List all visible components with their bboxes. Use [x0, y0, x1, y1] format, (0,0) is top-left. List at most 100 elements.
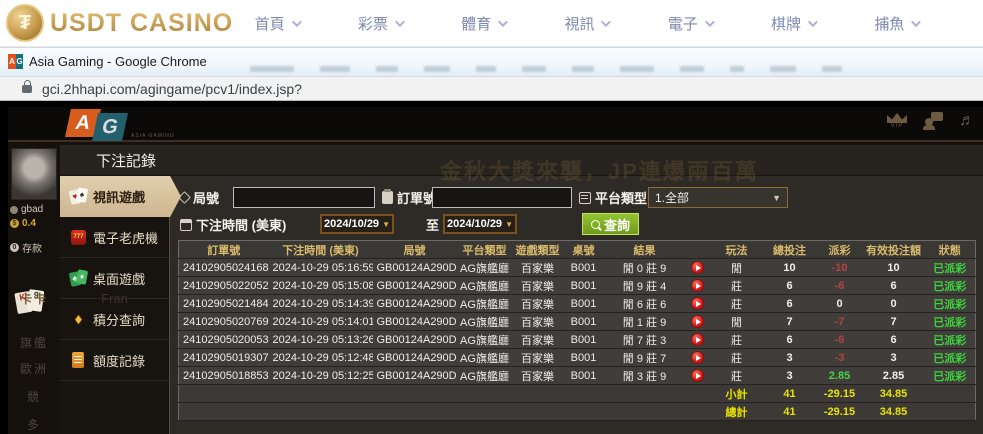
nav-label: 棋牌 — [771, 13, 801, 34]
table-row: 241029050200531 2024-10-29 05:13:26 GB00… — [179, 331, 976, 349]
cell-time: 2024-10-29 05:14:01 — [269, 313, 373, 331]
cell-result: 閒 0 莊 9 — [605, 259, 685, 277]
to-label: 至 — [426, 215, 439, 234]
label-text: 平台類型 — [595, 188, 647, 207]
cell-result: 閒 6 莊 6 — [605, 295, 685, 313]
nav-item-fishing[interactable]: 捕魚 — [874, 13, 918, 34]
url-text: gci.2hhapi.com/agingame/pcv1/index.jsp? — [42, 81, 302, 97]
button-label: 查詢 — [604, 215, 630, 234]
cell-status: 已派彩 — [925, 313, 976, 331]
cell-table: B001 — [563, 331, 605, 349]
cell-game: 百家樂 — [513, 277, 563, 295]
cell-round: GB00124A290DE — [373, 331, 457, 349]
sidebar-label: 電子老虎機 — [93, 228, 158, 247]
chevron-down-icon — [808, 17, 818, 27]
cell-status: 已派彩 — [925, 295, 976, 313]
cell-total-bet: 3 — [763, 367, 817, 385]
cell-payout: -6 — [817, 277, 863, 295]
vip-room-label[interactable]: 卡卡 — [8, 290, 60, 307]
sidebar-label: 視訊遊戲 — [93, 187, 145, 206]
col-result: 結果 — [605, 241, 685, 259]
replay-play-button[interactable] — [691, 333, 704, 346]
search-icon — [591, 220, 600, 229]
vip-crown-icon[interactable]: VIP — [887, 113, 907, 129]
cell-order: 241029050214841 — [179, 295, 269, 313]
ag-frame: A G ASIA GAMING VIP ♬ — [8, 107, 983, 434]
cell-platform: AG旗艦廳 — [457, 367, 513, 385]
date-value: 2024/10/29 — [447, 218, 502, 230]
col-table: 桌號 — [563, 241, 605, 259]
replay-play-button[interactable] — [691, 279, 704, 292]
date-to-picker[interactable]: 2024/10/29 ▼ — [443, 214, 517, 234]
sidebar-item-credit-record[interactable]: 額度記錄 — [60, 340, 169, 381]
replay-play-button[interactable] — [691, 351, 704, 364]
sidebar-item-slots[interactable]: 777 電子老虎機 — [60, 217, 169, 258]
replay-play-button[interactable] — [691, 369, 704, 382]
table-row: 241029050188530 2024-10-29 05:12:25 GB00… — [179, 367, 976, 385]
sidebar-item-live-games[interactable]: ♥♠ 視訊遊戲 — [60, 176, 181, 217]
balance: 0.4 — [22, 218, 36, 229]
nav-item-home[interactable]: 首頁 — [255, 13, 299, 34]
site-logo[interactable]: ₮ USDT CASINO — [6, 4, 233, 42]
cell-round: GB00124A290DC — [373, 367, 457, 385]
music-icon[interactable]: ♬ — [959, 112, 975, 130]
platform-select[interactable]: 1.全部 ▼ — [648, 187, 788, 208]
table-header-row: 訂單號 下注時間 (美東) 局號 平台類型 遊戲類型 桌號 結果 玩法 總 — [179, 241, 976, 259]
cell-round: GB00124A290DK — [373, 259, 457, 277]
chrome-urlbar[interactable]: gci.2hhapi.com/agingame/pcv1/index.jsp? — [0, 76, 983, 101]
round-input[interactable] — [233, 187, 375, 208]
nav-item-live[interactable]: 視訊 — [564, 13, 608, 34]
cell-result: 閒 7 莊 3 — [605, 331, 685, 349]
nav-item-lottery[interactable]: 彩票 — [358, 13, 402, 34]
col-order: 訂單號 — [179, 241, 269, 259]
lock-icon — [22, 85, 32, 93]
cell-time: 2024-10-29 05:16:59 — [269, 259, 373, 277]
panel-title: 下注記錄 — [60, 145, 983, 176]
screen: ₮ USDT CASINO 首頁 彩票 體育 視訊 電子 棋牌 捕魚 A G A… — [0, 0, 983, 434]
lobby-bg-item: 歐洲 — [8, 360, 60, 377]
replay-play-button[interactable] — [691, 315, 704, 328]
cell-replay — [685, 295, 711, 313]
avatar[interactable] — [11, 148, 57, 200]
cell-valid-bet: 2.85 — [863, 367, 925, 385]
label-text: 訂單號 — [397, 188, 436, 207]
replay-play-button[interactable] — [691, 261, 704, 274]
nav-item-sports[interactable]: 體育 — [461, 13, 505, 34]
table-row: 241029050241683 2024-10-29 05:16:59 GB00… — [179, 259, 976, 277]
col-valid-bet: 有效投注額 — [863, 241, 925, 259]
usdt-coin-icon: ₮ — [6, 4, 44, 42]
cell-total-bet: 10 — [763, 259, 817, 277]
cell-round: GB00124A290DG — [373, 295, 457, 313]
dropdown-arrow-icon: ▼ — [772, 193, 781, 203]
nav-item-cards[interactable]: 棋牌 — [771, 13, 815, 34]
ag-logo: A G ASIA GAMING — [68, 109, 175, 141]
customer-service-icon[interactable] — [923, 112, 943, 130]
dealer-name-dim: Fran — [60, 291, 169, 306]
deposit-row[interactable]: 0 存款 — [10, 240, 42, 255]
chevron-down-icon — [601, 17, 611, 27]
bet-table-summary: 小計 41 -29.15 34.85 總計 41 — [179, 385, 976, 421]
col-game: 遊戲類型 — [513, 241, 563, 259]
cell-table: B001 — [563, 259, 605, 277]
cell-time: 2024-10-29 05:12:25 — [269, 367, 373, 385]
replay-play-button[interactable] — [691, 297, 704, 310]
username: gbad — [21, 204, 43, 215]
total-valid: 34.85 — [863, 403, 925, 421]
background-bleed — [250, 66, 963, 74]
balance-row: $ 0.4 — [10, 218, 36, 229]
cell-replay — [685, 349, 711, 367]
order-filter-label: 訂單號 — [382, 188, 436, 207]
chrome-titlebar[interactable]: A G Asia Gaming - Google Chrome — [0, 47, 983, 76]
search-button[interactable]: 查詢 — [582, 213, 639, 235]
cell-total-bet: 7 — [763, 313, 817, 331]
sidebar-label: 額度記錄 — [93, 351, 145, 370]
nav-label: 電子 — [668, 13, 698, 34]
nav-item-slots[interactable]: 電子 — [668, 13, 712, 34]
col-status: 狀態 — [925, 241, 976, 259]
cell-play-type: 莊 — [711, 277, 763, 295]
order-input[interactable] — [432, 187, 572, 208]
ag-logo-subtext: ASIA GAMING — [131, 133, 175, 139]
record-sidebar: ♥♠ 視訊遊戲 777 電子老虎機 ♣♦ 桌面遊戲 ♦ — [60, 176, 170, 434]
date-from-picker[interactable]: 2024/10/29 ▼ — [320, 214, 394, 234]
col-platform: 平台類型 — [457, 241, 513, 259]
